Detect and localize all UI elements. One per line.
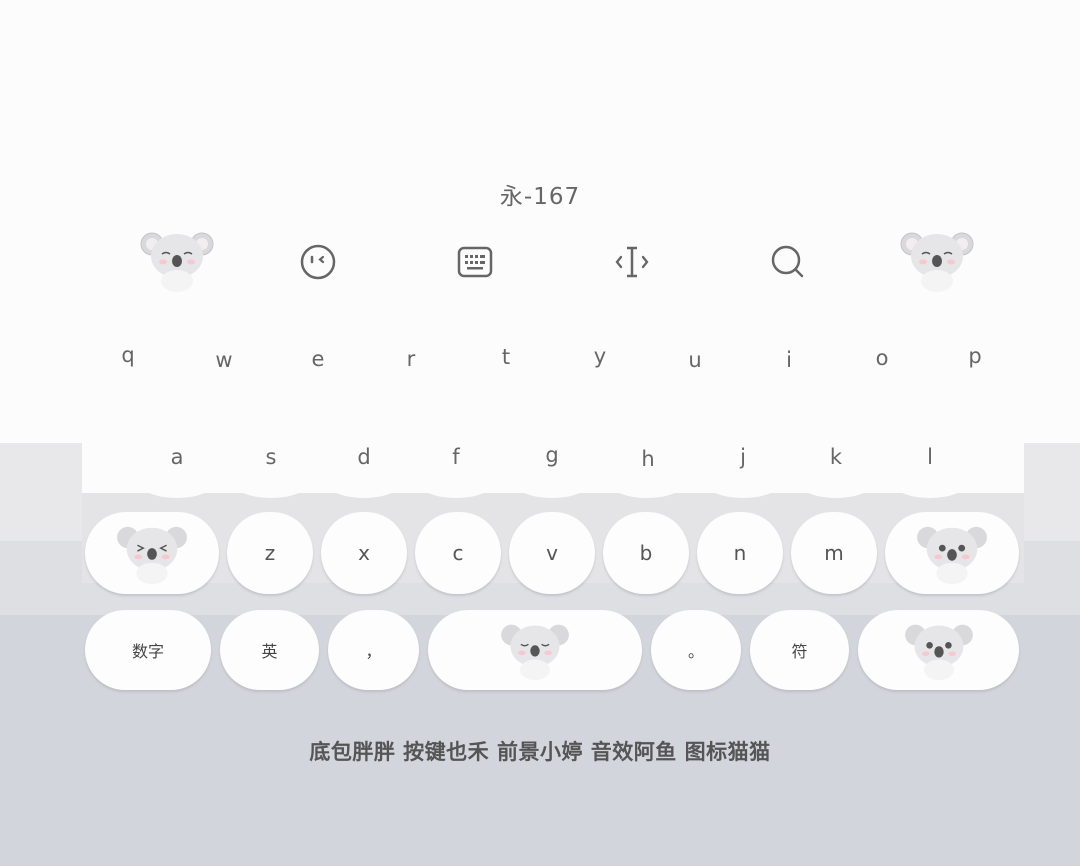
enter-key[interactable]	[858, 610, 1019, 690]
koala-shift-icon	[117, 526, 187, 585]
delete-key[interactable]	[885, 512, 1019, 594]
key-q[interactable]: q	[98, 343, 158, 367]
key-j[interactable]: j	[713, 445, 773, 469]
language-key[interactable]: 英	[220, 610, 319, 690]
key-p[interactable]: p	[945, 344, 1005, 368]
key-e[interactable]: e	[288, 347, 348, 371]
credits-caption: 底包胖胖 按键也禾 前景小婷 音效阿鱼 图标猫猫	[309, 740, 771, 764]
key-bump	[800, 470, 872, 498]
key-bump	[894, 470, 966, 498]
key-x[interactable]: x	[321, 512, 407, 594]
key-f[interactable]: f	[426, 445, 486, 469]
key-bump	[141, 470, 213, 498]
text-cursor-icon[interactable]	[604, 234, 660, 290]
key-k[interactable]: k	[806, 445, 866, 469]
key-h[interactable]: h	[618, 447, 678, 471]
key-t[interactable]: t	[476, 345, 536, 369]
key-b[interactable]: b	[603, 512, 689, 594]
key-i[interactable]: i	[759, 348, 819, 372]
koala-enter-icon	[904, 624, 973, 681]
symbols-key[interactable]: 符	[750, 610, 849, 690]
key-c[interactable]: c	[415, 512, 501, 594]
key-z[interactable]: z	[227, 512, 313, 594]
key-v[interactable]: v	[509, 512, 595, 594]
key-r[interactable]: r	[381, 347, 441, 371]
skin-title: 永-167	[499, 184, 581, 210]
key-l[interactable]: l	[900, 445, 960, 469]
key-bump	[516, 470, 588, 498]
key-s[interactable]: s	[241, 445, 301, 469]
key-u[interactable]: u	[665, 348, 725, 372]
key-o[interactable]: o	[852, 346, 912, 370]
key-bump	[235, 470, 307, 498]
key-bump	[420, 470, 492, 498]
koala-delete-icon	[917, 526, 987, 585]
key-bump	[611, 470, 683, 498]
key-d[interactable]: d	[334, 445, 394, 469]
key-g[interactable]: g	[522, 443, 582, 467]
period-key[interactable]: 。	[651, 610, 741, 690]
keyboard-top-area	[0, 0, 1080, 443]
koala-avatar-icon[interactable]	[900, 226, 974, 294]
koala-space-icon	[501, 624, 569, 681]
comma-key[interactable]: ，	[328, 610, 419, 690]
koala-avatar-icon[interactable]	[140, 226, 214, 294]
search-icon[interactable]	[760, 234, 816, 290]
numbers-key[interactable]: 数字	[85, 610, 211, 690]
emoji-face-icon[interactable]	[290, 234, 346, 290]
key-bump	[707, 470, 779, 498]
key-a[interactable]: a	[147, 445, 207, 469]
key-n[interactable]: n	[697, 512, 783, 594]
key-y[interactable]: y	[570, 344, 630, 368]
key-w[interactable]: w	[194, 348, 254, 372]
space-key[interactable]	[428, 610, 642, 690]
shift-key[interactable]	[85, 512, 219, 594]
key-m[interactable]: m	[791, 512, 877, 594]
key-bump	[328, 470, 400, 498]
keyboard-icon[interactable]	[447, 234, 503, 290]
